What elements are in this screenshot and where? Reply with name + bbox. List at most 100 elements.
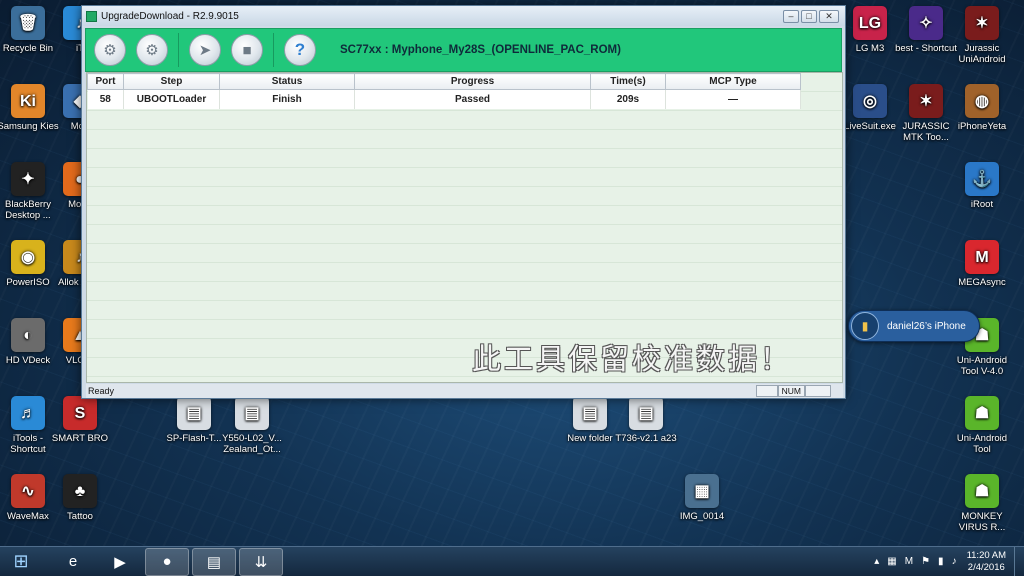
clock[interactable]: 11:20 AM 2/4/2016 — [967, 550, 1006, 574]
app-shortcut-icon: ▤ — [177, 396, 211, 430]
desktop-icon[interactable]: ⚓ iRoot — [948, 162, 1016, 210]
taskbar-upgrade-download-button[interactable]: ⇊ — [239, 547, 283, 576]
desktop-icon-label: Jurassic UniAndroid — [958, 43, 1006, 65]
battery-icon: ▮ — [851, 312, 879, 340]
desktop-icon-label: Y550-L02_V... Zealand_Ot... — [222, 433, 282, 455]
status-panel-empty — [755, 385, 778, 397]
desktop-icon[interactable]: ▤ Y550-L02_V... Zealand_Ot... — [218, 396, 286, 455]
question-mark-icon: ? — [294, 40, 306, 59]
app-shortcut-icon: ✶ — [965, 6, 999, 40]
tray-icon[interactable]: ♪ — [952, 556, 957, 567]
toolbar-separator — [273, 33, 274, 67]
cell-mcp: — — [665, 89, 801, 109]
taskbar: ⊞ e ▶ ● ▤ ⇊ ▴ ▦ M ⚑ ▮ ♪ 11:20 AM 2/4/2016 — [0, 546, 1024, 576]
app-shortcut-icon: S — [63, 396, 97, 430]
num-lock-indicator: NUM — [777, 385, 805, 397]
app-shortcut-icon: ∿ — [11, 474, 45, 508]
app-shortcut-icon: ◉ — [11, 240, 45, 274]
desktop-icon[interactable]: ▤ T736-v2.1 a23 — [612, 396, 680, 444]
settings-button[interactable]: ⚙ — [94, 34, 126, 66]
app-shortcut-icon: ⚓ — [965, 162, 999, 196]
play-arrow-icon: ➤ — [198, 42, 212, 59]
window-titlebar[interactable]: UpgradeDownload - R2.9.9015 – □ ✕ — [82, 6, 845, 26]
firefox-icon: ● — [162, 553, 172, 570]
app-shortcut-icon: ▤ — [235, 396, 269, 430]
watermark-text: 此工具保留校准数据！ — [472, 342, 793, 376]
tray-icon[interactable]: ▦ — [887, 556, 896, 567]
taskbar-firefox-button[interactable]: ● — [145, 547, 189, 576]
toolbar-title: SC77xx : Myphone_My28S_(OPENLINE_PAC_ROM… — [340, 44, 621, 56]
media-player-icon: ▶ — [114, 553, 126, 571]
desktop-icon-label: MONKEY VIRUS R... — [958, 511, 1006, 533]
options-button[interactable]: ⚙ — [136, 34, 168, 66]
tray-icon[interactable]: ▮ — [938, 556, 944, 567]
window-controls: – □ ✕ — [781, 9, 839, 23]
column-header[interactable]: Step — [123, 73, 220, 90]
cell-progress: Passed — [354, 89, 591, 109]
clock-date: 2/4/2016 — [967, 561, 1005, 573]
cell-time: 209s — [590, 89, 666, 109]
app-shortcut-icon: ☗ — [965, 474, 999, 508]
stop-icon: ■ — [242, 41, 252, 59]
windows-logo-icon: ⊞ — [13, 551, 29, 571]
app-shortcut-icon: ✶ — [909, 84, 943, 118]
close-button[interactable]: ✕ — [819, 9, 839, 23]
help-button[interactable]: ? — [284, 34, 316, 66]
stop-button[interactable]: ■ — [231, 34, 263, 66]
device-connected-pill[interactable]: ▮ daniel26’s iPhone — [848, 310, 980, 342]
app-shortcut-icon: ◎ — [853, 84, 887, 118]
start-menu-button[interactable]: ⊞ — [4, 548, 38, 576]
taskbar-folder-button[interactable]: ▤ — [192, 547, 236, 576]
column-header[interactable]: Port — [87, 73, 124, 90]
desktop-icon[interactable]: ☗ MONKEY VIRUS R... — [948, 474, 1016, 533]
app-shortcut-icon: 🗑 — [11, 6, 45, 40]
column-header[interactable]: MCP Type — [665, 73, 801, 90]
taskbar-media-player-button[interactable]: ▶ — [98, 548, 142, 576]
toolbar-separator — [178, 33, 179, 67]
desktop-icon[interactable]: ♣ Tattoo — [46, 474, 114, 522]
taskbar-ie-button[interactable]: e — [51, 548, 95, 576]
desktop-icon[interactable]: S SMART BRO — [46, 396, 114, 444]
desktop-icon-label: SMART BRO — [51, 433, 109, 444]
app-shortcut-icon: ▤ — [573, 396, 607, 430]
cell-status: Finish — [219, 89, 355, 109]
desktop-icon-label: MEGAsync — [958, 277, 1006, 288]
app-shortcut-icon: ♬ — [11, 396, 45, 430]
tray-icon[interactable]: ▴ — [874, 556, 879, 567]
table-header-row: Port Step Status Progress Time(s) MCP Type — [87, 73, 801, 90]
start-button[interactable]: ➤ — [189, 34, 221, 66]
desktop-icon[interactable]: ☗ Uni-Android Tool — [948, 396, 1016, 455]
desktop-icon-label: Uni-Android Tool V-4.0 — [956, 355, 1008, 377]
show-desktop-button[interactable] — [1014, 546, 1024, 576]
clock-time: 11:20 AM — [966, 549, 1006, 561]
desktop-icon[interactable]: ▦ IMG_0014 — [668, 474, 736, 522]
device-name: daniel26’s iPhone — [887, 320, 966, 332]
tray-icon[interactable]: ⚑ — [921, 556, 930, 567]
desktop-icon-label: Tattoo — [67, 511, 93, 522]
desktop-icon-label: T736-v2.1 a23 — [615, 433, 677, 444]
column-header[interactable]: Progress — [354, 73, 591, 90]
status-bar: Ready NUM — [86, 384, 843, 398]
app-shortcut-icon: ◍ — [965, 84, 999, 118]
desktop-icon[interactable]: ◍ iPhoneYeta — [948, 84, 1016, 132]
desktop-icon-label: iRoot — [970, 199, 994, 210]
desktop-icon-label: Uni-Android Tool — [956, 433, 1008, 455]
app-shortcut-icon: ☗ — [965, 396, 999, 430]
app-shortcut-icon: ✦ — [11, 162, 45, 196]
app-icon — [86, 10, 97, 22]
app-shortcut-icon: ◐ — [11, 318, 45, 352]
window-title: UpgradeDownload - R2.9.9015 — [101, 10, 239, 22]
column-header[interactable]: Time(s) — [590, 73, 666, 90]
app-shortcut-icon: Ki — [11, 84, 45, 118]
minimize-button[interactable]: – — [783, 9, 799, 23]
table-row[interactable]: 58 UBOOTLoader Finish Passed 209s — — [87, 89, 801, 109]
app-shortcut-icon: M — [965, 240, 999, 274]
tray-icon[interactable]: M — [905, 556, 913, 567]
maximize-button[interactable]: □ — [801, 9, 817, 23]
system-tray: ▴ ▦ M ⚑ ▮ ♪ 11:20 AM 2/4/2016 — [870, 546, 1024, 576]
status-text: Ready — [88, 386, 115, 396]
desktop-icon[interactable]: M MEGAsync — [948, 240, 1016, 288]
desktop-icon-label: IMG_0014 — [679, 511, 725, 522]
desktop-icon[interactable]: ✶ Jurassic UniAndroid — [948, 6, 1016, 65]
column-header[interactable]: Status — [219, 73, 355, 90]
